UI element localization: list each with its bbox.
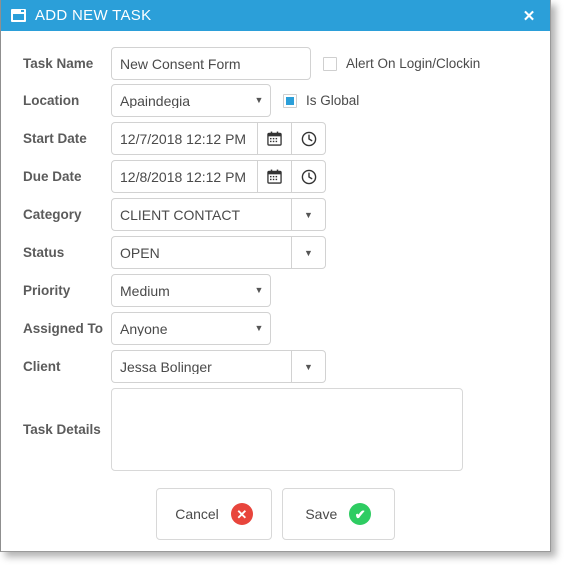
is-global-checkbox[interactable] xyxy=(283,93,297,108)
chevron-down-icon[interactable]: ▼ xyxy=(291,351,325,382)
alert-on-login-label: Alert On Login/Clockin xyxy=(346,56,481,71)
due-date-field[interactable]: 12/8/2018 12:12 PM xyxy=(111,160,326,193)
form-row-category: Category CLIENT CONTACT ▼ xyxy=(1,198,550,231)
chevron-down-icon[interactable]: ▼ xyxy=(248,324,270,333)
check-circle-icon: ✔ xyxy=(349,503,372,525)
clock-icon[interactable] xyxy=(291,123,325,154)
client-value: Jessa Bolinger xyxy=(120,359,212,374)
task-details-textarea[interactable] xyxy=(111,388,463,471)
client-select[interactable]: Jessa Bolinger ▼ xyxy=(111,350,326,383)
label-status: Status xyxy=(23,245,65,260)
cancel-button[interactable]: Cancel ✕ xyxy=(156,488,272,540)
location-value: Apaindegia xyxy=(120,93,191,108)
form-row-due-date: Due Date 12/8/2018 12:12 PM xyxy=(1,160,550,193)
chevron-down-icon[interactable]: ▼ xyxy=(248,286,270,295)
clock-icon[interactable] xyxy=(291,161,325,192)
form-row-location: Location Apaindegia ▼ Is Global xyxy=(1,84,550,117)
form-row-assigned-to: Assigned To Anyone ▼ xyxy=(1,312,550,345)
cancel-button-label: Cancel xyxy=(175,506,219,522)
label-task-details: Task Details xyxy=(23,422,101,437)
due-date-value: 12/8/2018 12:12 PM xyxy=(120,169,247,184)
add-new-task-dialog: ADD NEW TASK ✕ Task Name New Consent For… xyxy=(0,0,551,552)
label-start-date: Start Date xyxy=(23,131,87,146)
form-row-status: Status OPEN ▼ xyxy=(1,236,550,269)
priority-value: Medium xyxy=(120,283,170,298)
save-button[interactable]: Save ✔ xyxy=(281,488,395,540)
label-category: Category xyxy=(23,207,82,222)
label-assigned-to: Assigned To xyxy=(23,321,104,336)
dialog-title: ADD NEW TASK xyxy=(35,7,152,24)
category-select[interactable]: CLIENT CONTACT ▼ xyxy=(111,198,326,231)
calendar-icon[interactable] xyxy=(257,123,291,154)
cancel-circle-icon: ✕ xyxy=(230,503,253,525)
close-icon[interactable]: ✕ xyxy=(508,0,550,31)
location-select[interactable]: Apaindegia ▼ xyxy=(111,84,271,117)
alert-on-login-checkbox-wrap[interactable]: Alert On Login/Clockin xyxy=(323,56,480,71)
start-date-value: 12/7/2018 12:12 PM xyxy=(120,131,247,146)
window-icon xyxy=(11,9,26,22)
label-due-date: Due Date xyxy=(23,169,82,184)
form-row-priority: Priority Medium ▼ xyxy=(1,274,550,307)
is-global-label: Is Global xyxy=(306,93,360,108)
label-priority: Priority xyxy=(23,283,71,298)
form-row-task-name: Task Name New Consent Form Alert On Logi… xyxy=(1,47,550,80)
start-date-field[interactable]: 12/7/2018 12:12 PM xyxy=(111,122,326,155)
status-value: OPEN xyxy=(120,245,160,260)
dialog-footer: Cancel ✕ Save ✔ xyxy=(1,488,550,540)
is-global-checkbox-wrap[interactable]: Is Global xyxy=(283,93,359,108)
chevron-down-icon[interactable]: ▼ xyxy=(248,96,270,105)
label-location: Location xyxy=(23,93,80,108)
status-select[interactable]: OPEN ▼ xyxy=(111,236,326,269)
calendar-icon[interactable] xyxy=(257,161,291,192)
priority-select[interactable]: Medium ▼ xyxy=(111,274,271,307)
label-client: Client xyxy=(23,359,61,374)
form-row-task-details: Task Details xyxy=(1,388,550,471)
alert-on-login-checkbox[interactable] xyxy=(323,56,337,71)
task-name-input[interactable]: New Consent Form xyxy=(111,47,311,80)
form-row-start-date: Start Date 12/7/2018 12:12 PM xyxy=(1,122,550,155)
save-button-label: Save xyxy=(305,506,338,522)
dialog-titlebar: ADD NEW TASK ✕ xyxy=(1,0,550,31)
task-name-value: New Consent Form xyxy=(120,56,241,71)
chevron-down-icon[interactable]: ▼ xyxy=(291,199,325,230)
task-form: Task Name New Consent Form Alert On Logi… xyxy=(1,31,550,551)
assigned-to-value: Anyone xyxy=(120,321,168,336)
label-task-name: Task Name xyxy=(23,56,94,71)
form-row-client: Client Jessa Bolinger ▼ xyxy=(1,350,550,383)
assigned-to-select[interactable]: Anyone ▼ xyxy=(111,312,271,345)
chevron-down-icon[interactable]: ▼ xyxy=(291,237,325,268)
category-value: CLIENT CONTACT xyxy=(120,207,241,222)
